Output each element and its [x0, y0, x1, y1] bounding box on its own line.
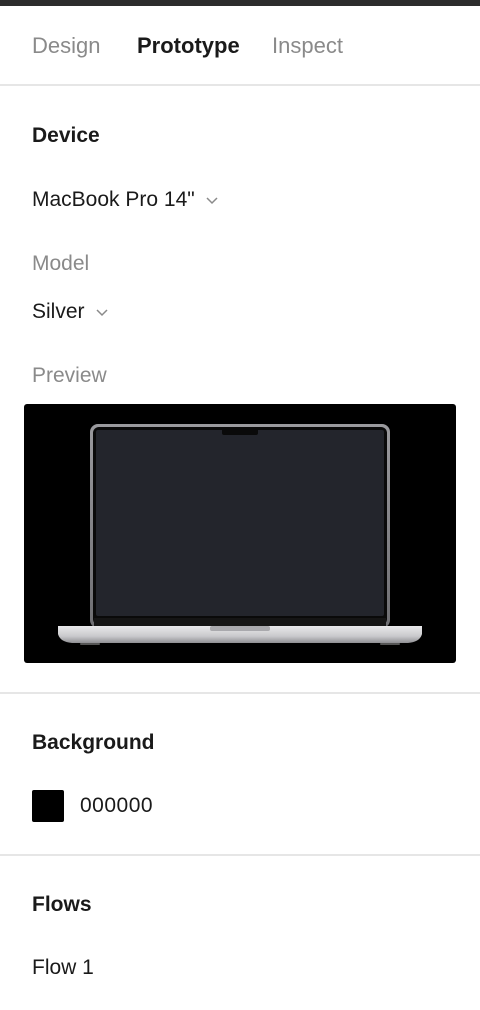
background-color-swatch[interactable]	[32, 790, 64, 822]
background-hex-input[interactable]: 000000	[80, 793, 153, 819]
model-dropdown-value: Silver	[32, 300, 85, 323]
device-section-title: Device	[32, 124, 100, 147]
background-section-title: Background	[32, 731, 155, 754]
flows-section-title: Flows	[32, 893, 92, 916]
device-preview	[24, 404, 456, 663]
device-dropdown[interactable]: MacBook Pro 14"	[32, 186, 219, 214]
section-divider	[0, 692, 480, 694]
panel-tabs: Design Prototype Inspect	[0, 6, 480, 86]
preview-label: Preview	[32, 364, 107, 387]
device-dropdown-value: MacBook Pro 14"	[32, 188, 195, 211]
tab-prototype[interactable]: Prototype	[137, 32, 240, 60]
laptop-mockup	[58, 424, 422, 645]
section-divider	[0, 854, 480, 856]
tab-inspect[interactable]: Inspect	[272, 32, 343, 60]
chevron-down-icon	[95, 309, 108, 317]
tab-design[interactable]: Design	[32, 32, 100, 60]
flow-item[interactable]: Flow 1	[32, 955, 94, 981]
model-label: Model	[32, 252, 90, 275]
model-dropdown[interactable]: Silver	[32, 298, 109, 326]
chevron-down-icon	[206, 197, 218, 205]
